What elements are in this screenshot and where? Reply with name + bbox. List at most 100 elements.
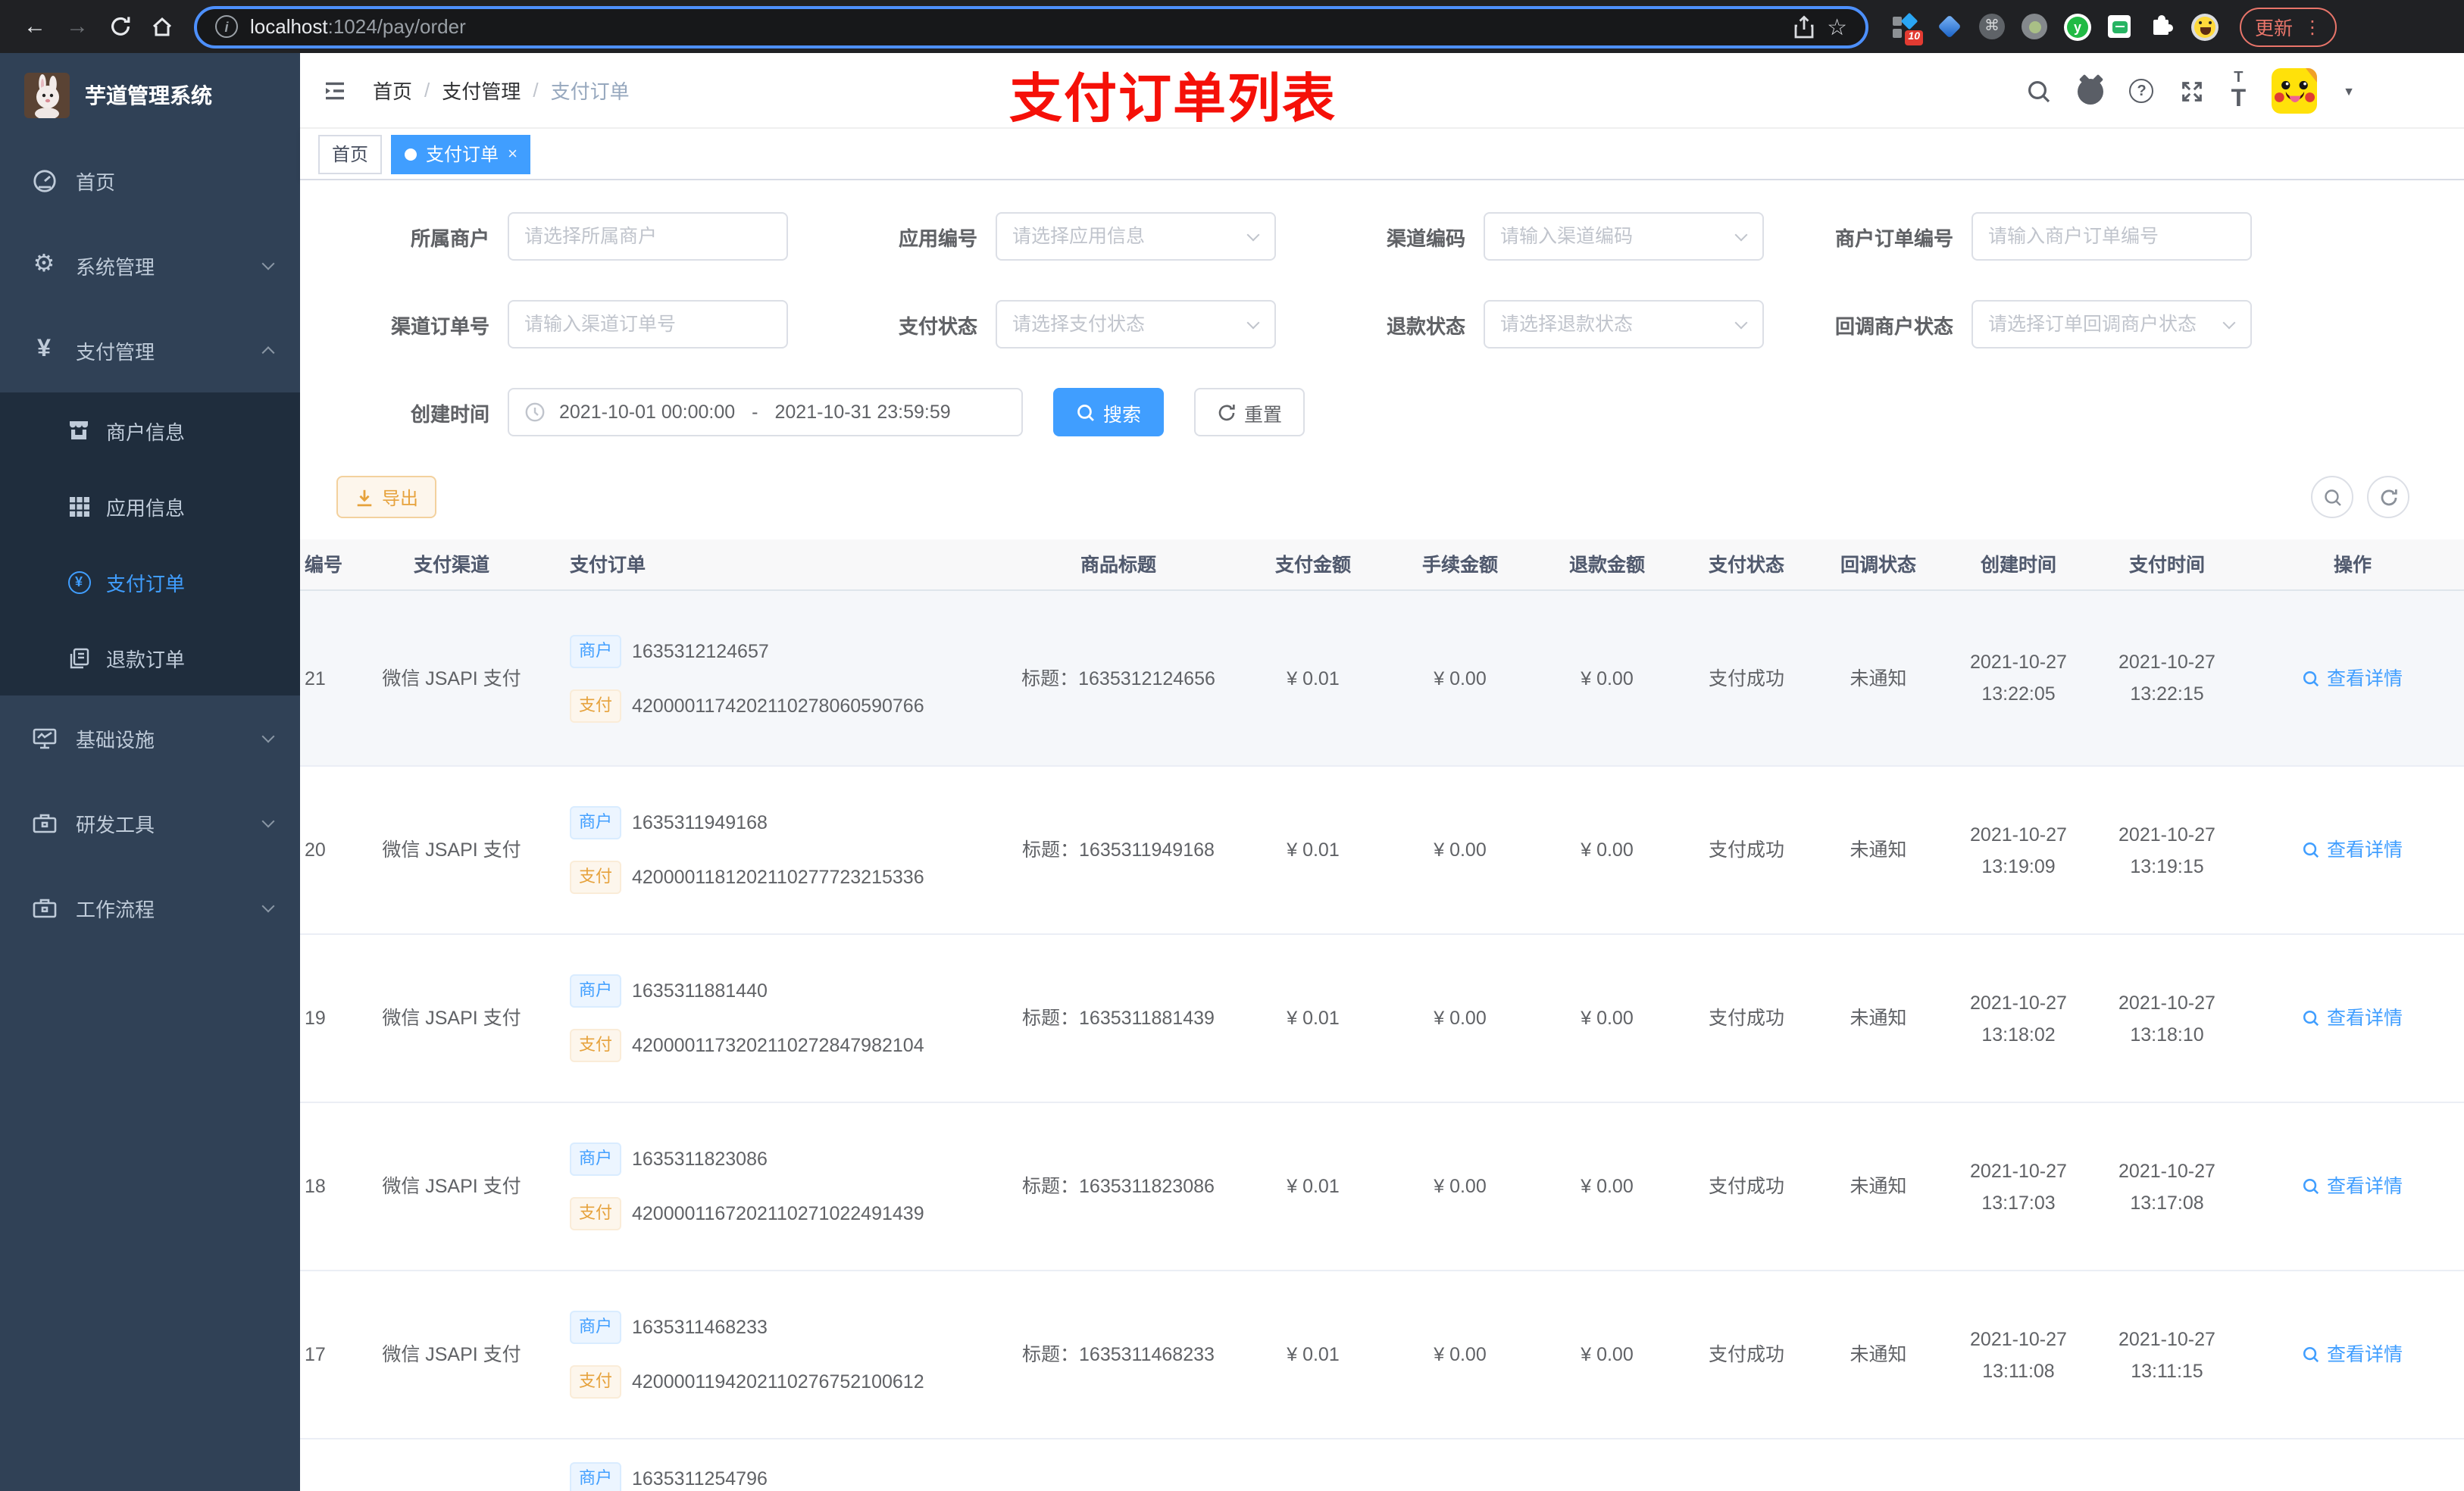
sidebar-item-devtools[interactable]: 研发工具 [0, 780, 300, 865]
sidebar-item-app-info[interactable]: 应用信息 [0, 468, 300, 544]
hide-search-button[interactable] [2311, 476, 2353, 518]
sidebar-item-label: 工作流程 [76, 898, 155, 921]
help-icon[interactable]: ? [2129, 79, 2154, 103]
tab-pay-order[interactable]: 支付订单 × [391, 134, 531, 173]
filter-merchant-order-no: 商户订单编号 [1800, 212, 2288, 261]
forward-icon[interactable]: → [58, 7, 97, 46]
reset-button[interactable]: 重置 [1194, 388, 1305, 436]
sidebar-item-merchant-info[interactable]: 商户信息 [0, 392, 300, 468]
search-button[interactable]: 搜索 [1053, 388, 1165, 436]
col-pay-order: 支付订单 [570, 554, 646, 575]
sidebar-item-label: 基础设施 [76, 728, 155, 751]
extension-badge-icon[interactable]: 10 [1891, 11, 1923, 45]
breadcrumb-home[interactable]: 首页 [373, 76, 412, 105]
table-tools [2311, 476, 2409, 518]
recorder-extension-icon[interactable] [2022, 14, 2047, 39]
reload-icon[interactable] [100, 7, 139, 46]
sidebar-item-pay[interactable]: ¥ 支付管理 [0, 308, 300, 392]
profile-emoji-icon[interactable] [2191, 13, 2219, 40]
cell-paid-time: 2021-10-27 13:19:15 [2118, 824, 2215, 877]
tab-close-icon[interactable]: × [508, 145, 518, 163]
cell-notify: 未通知 [1850, 1008, 1907, 1029]
search-icon[interactable] [2027, 78, 2053, 104]
home-icon[interactable] [142, 7, 182, 46]
collapse-sidebar-icon[interactable] [321, 77, 349, 104]
pay-status-select[interactable] [996, 300, 1276, 349]
back-icon[interactable]: ← [15, 7, 55, 46]
avatar[interactable] [2272, 68, 2318, 114]
extensions-bar: 10 ⌘ y [1891, 11, 2219, 45]
date-range-input[interactable]: 2021-10-01 00:00:00 - 2021-10-31 23:59:5… [508, 388, 1023, 436]
cell-actions: 查看详情 [2241, 1341, 2464, 1368]
filter-form: 所属商户 应用编号 渠道编码 商户订单编号 [300, 180, 2464, 436]
channel-order-no: 4200001181202110277723215336 [632, 867, 924, 888]
search-icon [2303, 1346, 2320, 1363]
table-row: 21 微信 JSAPI 支付 商户 1635312124657 支付 42000… [300, 591, 2464, 767]
export-button[interactable]: 导出 [336, 476, 437, 518]
cell-amount: ¥ 0.01 [1287, 1344, 1340, 1365]
view-detail-link[interactable]: 查看详情 [2303, 1173, 2403, 1200]
cell-id: 21 [305, 667, 326, 689]
sidebar-item-label: 支付管理 [76, 340, 155, 363]
filter-app-id: 应用编号 [824, 212, 1312, 261]
cell-notify: 未通知 [1850, 667, 1907, 689]
sidebar-item-refund-order[interactable]: 退款订单 [0, 620, 300, 695]
view-detail-link[interactable]: 查看详情 [2303, 1005, 2403, 1032]
sidebar-item-system[interactable]: ⚙ 系统管理 [0, 223, 300, 308]
chrome-update-button[interactable]: 更新 ⋮ [2240, 7, 2337, 46]
sidebar-item-infra[interactable]: 基础设施 [0, 695, 300, 780]
table-row: 19 微信 JSAPI 支付 商户 1635311881440 支付 42000… [300, 935, 2464, 1103]
command-extension-icon[interactable]: ⌘ [1979, 14, 2005, 39]
navbar-actions: ? TT ▼ [2027, 53, 2355, 129]
shop-icon [67, 418, 91, 442]
merchant-order-no: 1635311949168 [632, 812, 768, 833]
channel-order-no: 4200001173202110272847982104 [632, 1035, 924, 1056]
view-detail-link[interactable]: 查看详情 [2303, 1341, 2403, 1368]
table-body: 21 微信 JSAPI 支付 商户 1635312124657 支付 42000… [300, 591, 2464, 1439]
channel-order-no-input[interactable] [508, 300, 788, 349]
grid-icon [67, 495, 91, 517]
tab-active-dot [405, 148, 417, 160]
fullscreen-icon[interactable] [2180, 78, 2206, 104]
kite-extension-icon[interactable] [1935, 13, 1962, 40]
cell-pay-order: 商户 1635311881440 支付 42000011732021102728… [543, 974, 997, 1062]
cell-id: 18 [305, 1176, 326, 1197]
col-fee: 手续金额 [1421, 554, 1498, 575]
cell-status: 支付成功 [1708, 1176, 1784, 1197]
chat-extension-icon[interactable] [2108, 15, 2131, 38]
github-icon[interactable] [2078, 78, 2104, 104]
merchant-order-no: 1635311468233 [632, 1317, 768, 1338]
cell-refund: ¥ 0.00 [1581, 839, 1634, 861]
sidebar-item-label: 支付订单 [106, 572, 186, 595]
breadcrumb-pay[interactable]: 支付管理 [442, 76, 521, 105]
kebab-menu-icon[interactable]: ⋮ [2303, 16, 2322, 37]
sidebar-item-workflow[interactable]: 工作流程 [0, 865, 300, 950]
view-detail-link[interactable]: 查看详情 [2303, 836, 2403, 864]
tab-home[interactable]: 首页 [318, 134, 383, 173]
bookmark-star-icon[interactable]: ☆ [1827, 13, 1847, 40]
view-detail-link[interactable]: 查看详情 [2303, 664, 2403, 692]
notify-status-select[interactable] [1972, 300, 2252, 349]
font-size-icon[interactable]: TT [2231, 69, 2247, 113]
merchant-order-no-input[interactable] [1972, 212, 2252, 261]
sidebar-item-pay-order[interactable]: ¥ 支付订单 [0, 544, 300, 620]
channel-code-select[interactable] [1484, 212, 1764, 261]
cell-created-time: 2021-10-27 13:17:03 [1970, 1160, 2067, 1213]
app-id-select[interactable] [996, 212, 1276, 261]
filter-channel-code: 渠道编码 [1312, 212, 1800, 261]
refund-status-select[interactable] [1484, 300, 1764, 349]
cell-actions: 查看详情 [2241, 1173, 2464, 1200]
refresh-table-button[interactable] [2367, 476, 2409, 518]
url-bar[interactable]: i localhost:1024/pay/order ☆ [194, 5, 1868, 48]
y-extension-icon[interactable]: y [2064, 13, 2091, 40]
avatar-caret-icon[interactable]: ▼ [2343, 84, 2355, 98]
puzzle-extensions-icon[interactable] [2147, 13, 2175, 40]
share-icon[interactable] [1792, 14, 1815, 39]
info-icon[interactable]: i [215, 15, 238, 38]
merchant-input[interactable] [508, 212, 788, 261]
sidebar-item-label: 系统管理 [76, 255, 155, 278]
app-logo: 芋道管理系统 [0, 53, 300, 138]
cell-refund: ¥ 0.00 [1581, 1176, 1634, 1197]
top-navbar: 首页 / 支付管理 / 支付订单 支付订单列表 ? TT ▼ [300, 53, 2464, 129]
sidebar-item-home[interactable]: 首页 [0, 138, 300, 223]
